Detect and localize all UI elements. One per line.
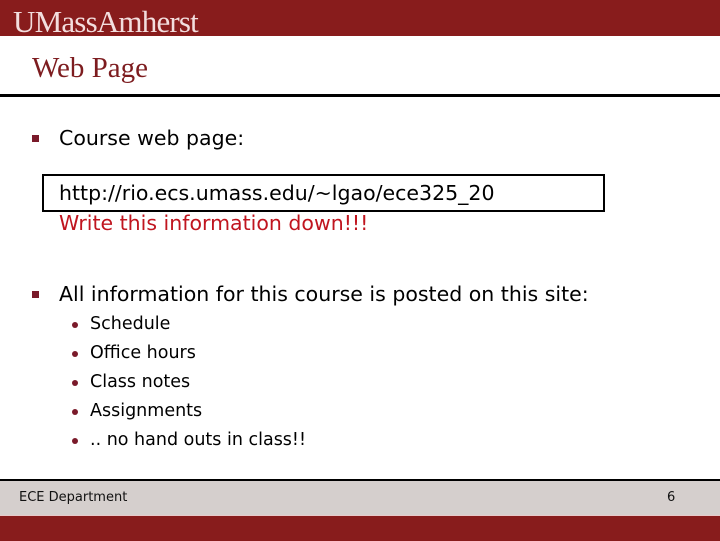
- bottom-brand-bar: [0, 515, 720, 541]
- round-bullet-icon: [72, 380, 78, 386]
- course-url-link[interactable]: http://rio.ecs.umass.edu/~lgao/ece325_20: [59, 181, 495, 205]
- footer: ECE Department 6: [0, 481, 720, 515]
- list-item-label: .. no hand outs in class!!: [90, 430, 306, 450]
- umass-amherst-logo: UMassAmherst: [13, 4, 199, 36]
- round-bullet-icon: [72, 409, 78, 415]
- list-item-label: Office hours: [90, 343, 196, 363]
- slide-title: Web Page: [32, 52, 149, 84]
- footer-department: ECE Department: [19, 490, 128, 505]
- list-item-label: Schedule: [90, 314, 171, 334]
- title-divider: [0, 94, 720, 97]
- bullet-course-web-page: Course web page:: [59, 126, 245, 150]
- round-bullet-icon: [72, 351, 78, 357]
- round-bullet-icon: [72, 438, 78, 444]
- square-bullet-icon: [32, 291, 39, 298]
- list-item-label: Class notes: [90, 372, 191, 392]
- header-bar: UMassAmherst: [0, 0, 720, 36]
- write-down-note: Write this information down!!!: [59, 211, 369, 235]
- round-bullet-icon: [72, 322, 78, 328]
- bullet-all-information: All information for this course is poste…: [59, 282, 589, 306]
- page-number: 6: [667, 490, 676, 505]
- square-bullet-icon: [32, 135, 39, 142]
- list-item-label: Assignments: [90, 401, 203, 421]
